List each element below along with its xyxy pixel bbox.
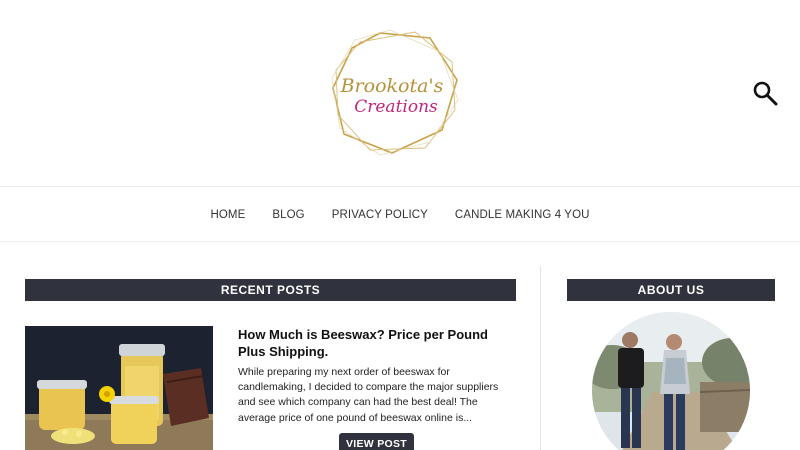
logo-text-creations: Creations	[354, 97, 438, 117]
post-excerpt: While preparing my next order of beeswax…	[238, 366, 499, 424]
main-navigation: HOME BLOG PRIVACY POLICY CANDLE MAKING 4…	[0, 186, 800, 242]
post-title[interactable]: How Much is Beeswax? Price per Pound Plu…	[238, 326, 518, 360]
about-us-heading: ABOUT US	[567, 279, 775, 301]
nav-menu: HOME BLOG PRIVACY POLICY CANDLE MAKING 4…	[0, 187, 800, 243]
recent-posts-heading: RECENT POSTS	[25, 279, 516, 301]
nav-item-candle-making[interactable]: CANDLE MAKING 4 YOU	[455, 209, 590, 221]
site-logo[interactable]: Brookota's Creations	[330, 30, 460, 156]
nav-item-privacy-policy[interactable]: PRIVACY POLICY	[332, 209, 428, 221]
about-us-photo	[592, 312, 750, 450]
post-thumbnail[interactable]	[25, 326, 213, 450]
logo-text-brookotas: Brookota's	[340, 75, 444, 97]
column-divider	[540, 266, 541, 450]
couple-photo-image	[592, 312, 750, 450]
beeswax-jars-image	[25, 326, 213, 450]
nav-item-home[interactable]: HOME	[210, 209, 245, 221]
search-icon[interactable]	[752, 80, 778, 106]
view-post-button[interactable]: VIEW POST	[339, 433, 414, 450]
nav-item-blog[interactable]: BLOG	[272, 209, 304, 221]
site-header: Brookota's Creations	[0, 0, 800, 186]
